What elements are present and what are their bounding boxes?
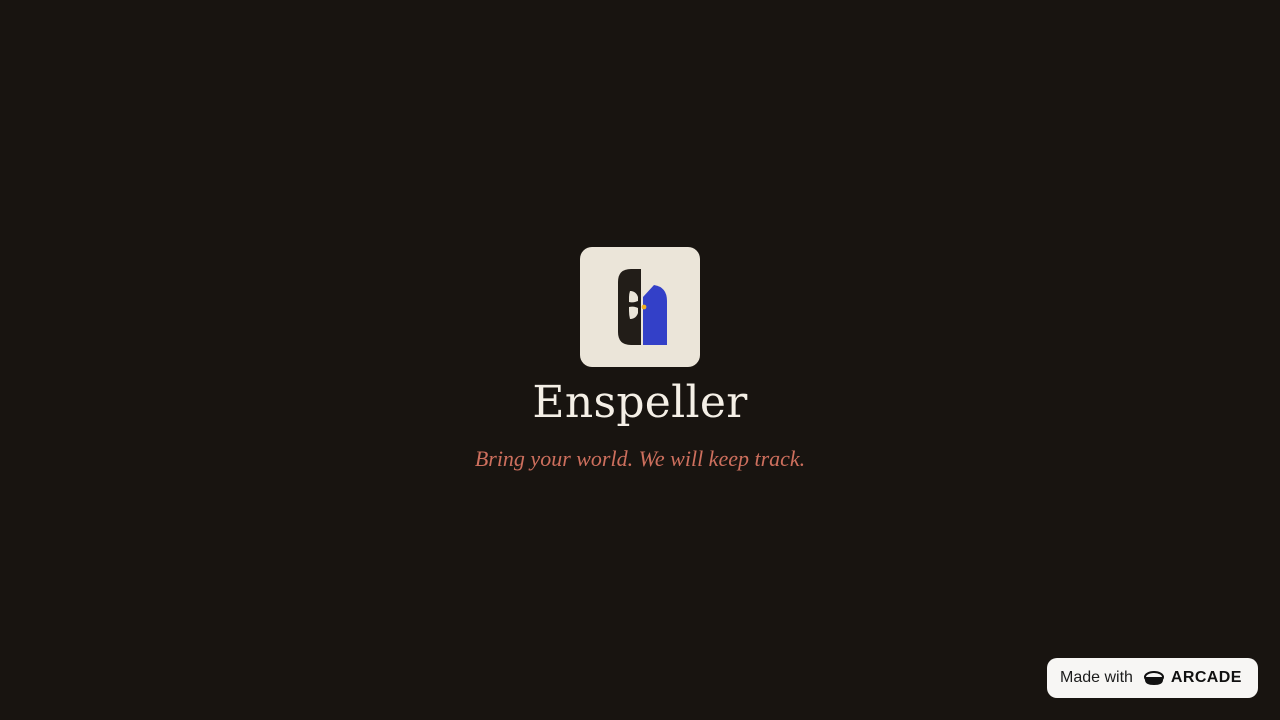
arcade-logo-icon	[1143, 669, 1165, 687]
app-tagline: Bring your world. We will keep track.	[474, 446, 806, 471]
badge-brand: ARCADE	[1170, 669, 1242, 686]
splash-screen: Enspeller Bring your world. We will keep…	[0, 0, 1280, 720]
badge-prefix: Made with	[1060, 669, 1133, 686]
enspeller-logo-icon	[618, 269, 667, 345]
app-title: Enspeller	[532, 377, 748, 428]
app-logo	[580, 247, 700, 367]
made-with-arcade-badge[interactable]: Made with ARCADE	[1047, 658, 1258, 698]
